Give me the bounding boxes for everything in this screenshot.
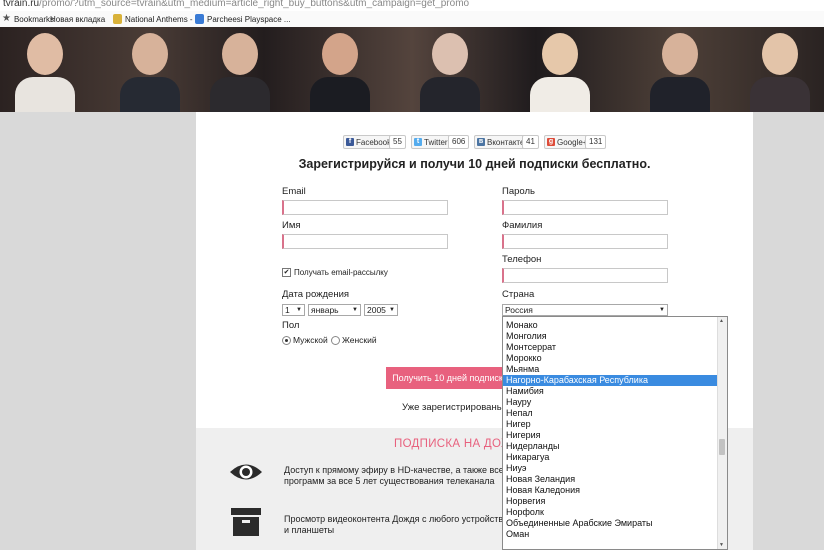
- phone-field[interactable]: [502, 268, 668, 283]
- promo-title: ПОДПИСКА НА ДОЖ: [394, 438, 512, 450]
- country-option[interactable]: Новая Каледония: [503, 485, 718, 496]
- get-trial-button[interactable]: Получить 10 дней подписки: [386, 367, 514, 389]
- archive-box-icon: [231, 508, 261, 536]
- country-option[interactable]: Ниуэ: [503, 463, 718, 474]
- phone-label: Телефон: [502, 254, 542, 265]
- country-option[interactable]: Нагорно-Карабахская Республика: [503, 375, 718, 386]
- country-option[interactable]: Морокко: [503, 353, 718, 364]
- star-icon: ★: [2, 13, 11, 24]
- country-option[interactable]: Нигер: [503, 419, 718, 430]
- presenter-photo: [15, 33, 75, 112]
- country-option[interactable]: Новая Зеландия: [503, 474, 718, 485]
- name-field[interactable]: [282, 234, 448, 249]
- bookmarks-menu[interactable]: ★ Bookmarks: [2, 13, 54, 25]
- dob-day-select[interactable]: 1 ▼: [282, 304, 305, 316]
- presenter-photo: [120, 33, 180, 112]
- country-option[interactable]: Никарагуа: [503, 452, 718, 463]
- email-label: Email: [282, 186, 306, 197]
- dropdown-arrow-icon: ▼: [352, 307, 358, 313]
- presenter-photo: [750, 33, 810, 112]
- scrollbar-thumb[interactable]: [719, 439, 725, 455]
- presenter-photo: [650, 33, 710, 112]
- surname-field[interactable]: [502, 234, 668, 249]
- bookmark-national-anthems[interactable]: National Anthems - ...: [113, 13, 201, 25]
- twitter-share-button[interactable]: t Twitter: [411, 135, 451, 149]
- anthem-favicon: [113, 14, 122, 24]
- feature-any-device: Просмотр видеоконтента Дождя с любого ус…: [284, 514, 509, 535]
- scroll-down-arrow-icon[interactable]: ▼: [719, 542, 724, 548]
- vkontakte-count: 41: [522, 135, 539, 149]
- gender-male-radio[interactable]: Мужской: [282, 335, 328, 345]
- facebook-share-button[interactable]: f Facebook: [343, 135, 395, 149]
- country-option[interactable]: Объединенные Арабские Эмираты: [503, 518, 718, 529]
- password-label: Пароль: [502, 186, 535, 197]
- dropdown-scrollbar[interactable]: ▲ ▼: [717, 317, 727, 549]
- country-options: Монако Монголия Монтсеррат Морокко Мьянма Наг…: [503, 320, 718, 540]
- dob-label: Дата рождения: [282, 289, 350, 300]
- gender-female-radio[interactable]: Женский: [331, 335, 377, 345]
- country-option[interactable]: Мьянма: [503, 364, 718, 375]
- bookmark-new-tab[interactable]: Новая вкладка: [50, 13, 254, 135]
- twitter-icon: t: [414, 138, 422, 146]
- country-dropdown-list[interactable]: Монако Монголия Монтсеррат Морокко Мьянма Наг…: [502, 316, 728, 550]
- newsletter-checkbox[interactable]: ✔ Получать email-рассылку: [282, 268, 388, 277]
- presenter-photo: [210, 33, 270, 112]
- country-option[interactable]: Нигерия: [503, 430, 718, 441]
- address-bar[interactable]: tvrain.ru/promo/?utm_source=tvrain&utm_m…: [0, 0, 824, 11]
- scroll-up-arrow-icon[interactable]: ▲: [719, 318, 724, 324]
- dob-month-select[interactable]: январь ▼: [308, 304, 361, 316]
- country-option[interactable]: Монако: [503, 320, 718, 331]
- googleplus-icon: g: [547, 138, 555, 146]
- country-option[interactable]: Непал: [503, 408, 718, 419]
- hero-banner: [0, 27, 824, 112]
- email-field[interactable]: [282, 200, 448, 215]
- dropdown-arrow-icon: ▼: [389, 307, 395, 313]
- googleplus-share-button[interactable]: g Google+: [544, 135, 591, 149]
- country-option[interactable]: Норфолк: [503, 507, 718, 518]
- surname-label: Фамилия: [502, 220, 543, 231]
- country-option[interactable]: Нидерланды: [503, 441, 718, 452]
- presenter-photo: [310, 33, 370, 112]
- dropdown-arrow-icon: ▼: [659, 307, 665, 313]
- country-option[interactable]: Норвегия: [503, 496, 718, 507]
- social-share-bar: f Facebook 55 t Twitter 606 в Вконтакте …: [196, 135, 753, 149]
- country-option[interactable]: Монтсеррат: [503, 342, 718, 353]
- gender-label: Пол: [282, 320, 300, 331]
- country-option[interactable]: Монголия: [503, 331, 718, 342]
- radio-selected-icon[interactable]: [282, 335, 291, 345]
- vkontakte-icon: в: [477, 138, 485, 146]
- radio-unselected-icon[interactable]: [331, 335, 340, 345]
- page-headline: Зарегистрируйся и получи 10 дней подписк…: [298, 157, 651, 171]
- eye-icon: [230, 464, 262, 480]
- vkontakte-share-button[interactable]: в Вконтакте: [474, 135, 528, 149]
- checkbox-checked-icon[interactable]: ✔: [282, 268, 291, 277]
- name-label: Имя: [282, 220, 301, 231]
- bookmark-parcheesi[interactable]: Parcheesi Playspace ...: [195, 13, 291, 25]
- country-option[interactable]: Науру: [503, 397, 718, 408]
- already-registered-link[interactable]: Уже зарегистрированы?: [402, 402, 509, 413]
- parcheesi-favicon: [195, 14, 204, 24]
- twitter-count: 606: [448, 135, 470, 149]
- googleplus-count: 131: [585, 135, 607, 149]
- facebook-count: 55: [389, 135, 406, 149]
- presenter-photo: [420, 33, 480, 112]
- country-option[interactable]: Оман: [503, 529, 718, 540]
- dob-year-select[interactable]: 2005 ▼: [364, 304, 398, 316]
- dropdown-arrow-icon: ▼: [296, 307, 302, 313]
- presenter-photo: [530, 33, 590, 112]
- country-select[interactable]: Россия ▼: [502, 304, 668, 316]
- url-text[interactable]: tvrain.ru/promo/?utm_source=tvrain&utm_m…: [3, 0, 469, 9]
- bookmarks-bar: ★ Bookmarks Новая вкладка National Anthe…: [0, 11, 824, 135]
- country-option[interactable]: Намибия: [503, 386, 718, 397]
- facebook-icon: f: [346, 138, 354, 146]
- feature-live-stream: Доступ к прямому эфиру в HD-качестве, а …: [284, 465, 510, 486]
- country-label: Страна: [502, 289, 535, 300]
- password-field[interactable]: [502, 200, 668, 215]
